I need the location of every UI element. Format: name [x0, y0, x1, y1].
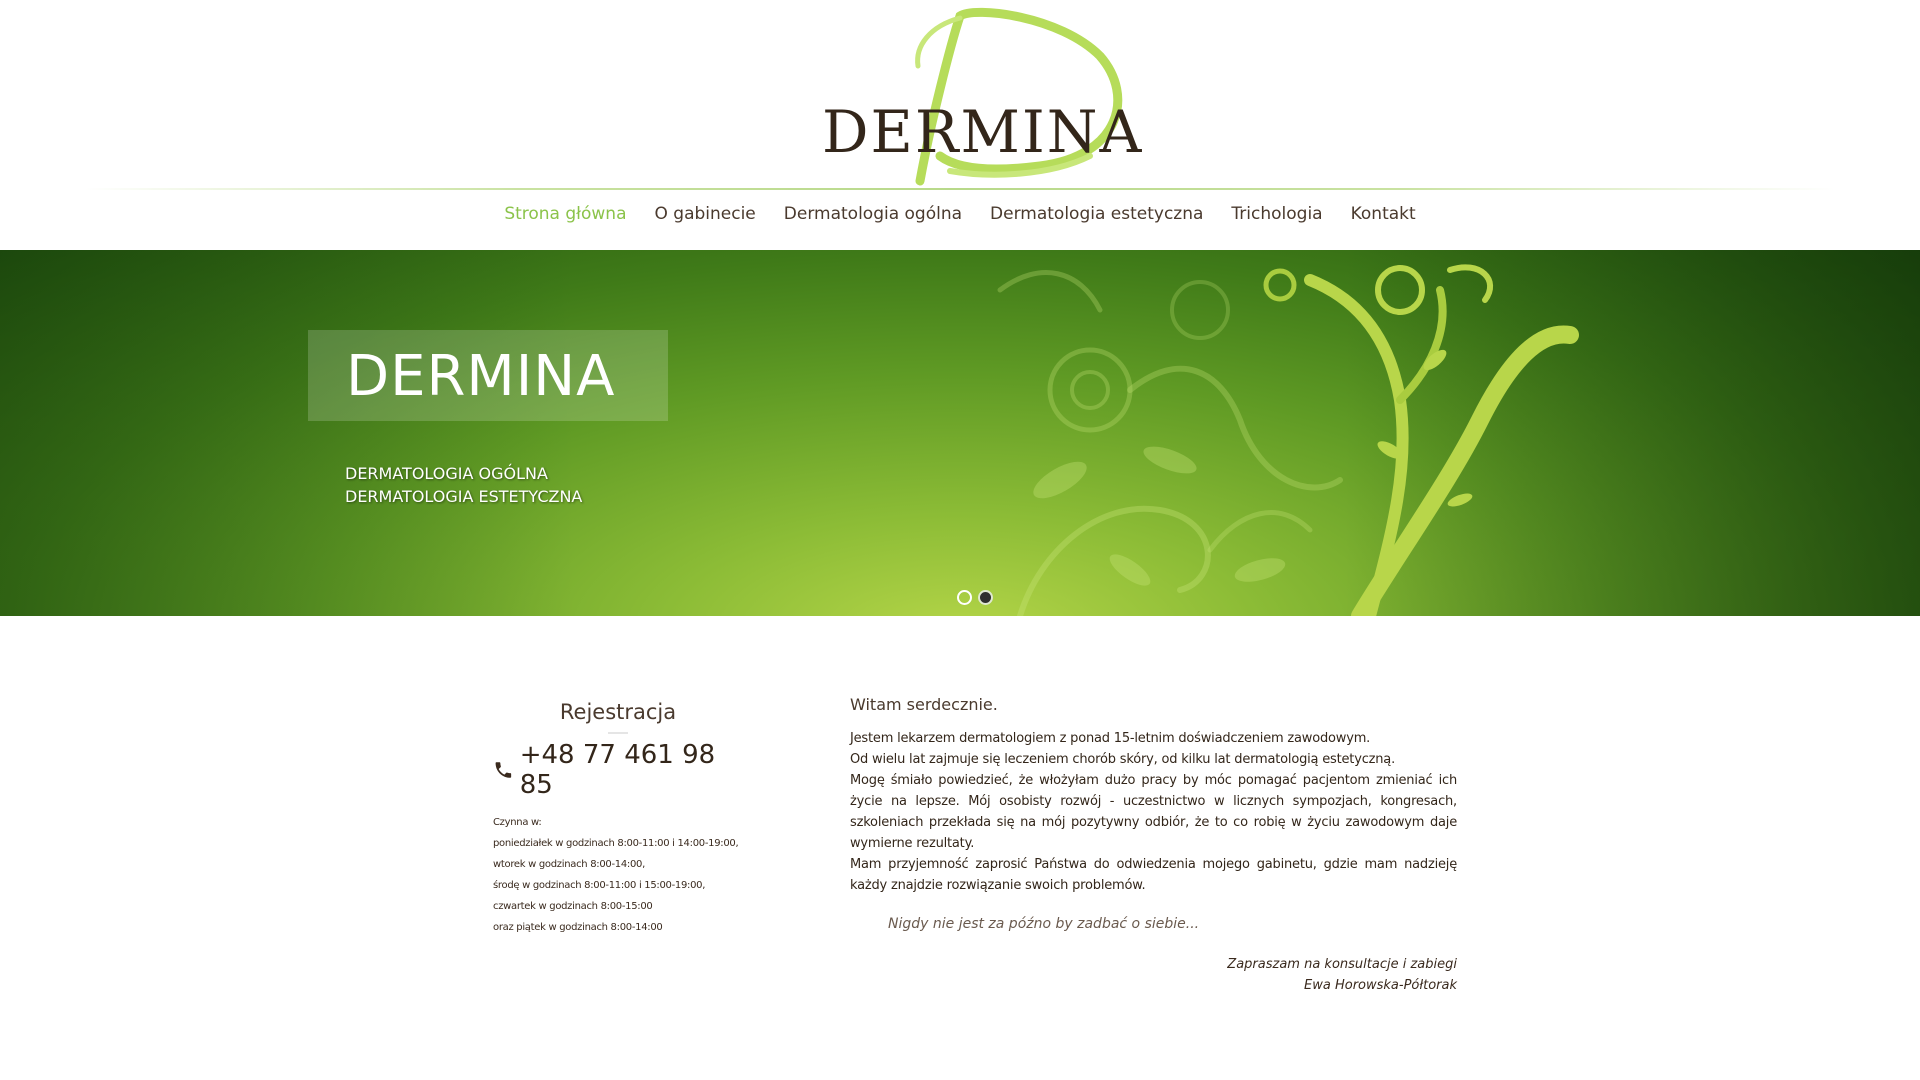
hours-line: środę w godzinach 8:00-11:00 i 15:00-19:…	[493, 880, 706, 891]
registration-title: Rejestracja	[559, 700, 677, 724]
welcome-paragraph: Od wielu lat zajmuje się leczeniem choró…	[850, 752, 1396, 767]
signoff-signature: Ewa Horowska-Półtorak	[1304, 978, 1457, 993]
registration-panel: Rejestracja +48 77 461 98 85 Czynna w: p…	[493, 700, 743, 938]
header-divider	[85, 188, 1835, 190]
nav-item-home[interactable]: Strona główna	[504, 204, 626, 224]
phone-number: +48 77 461 98 85	[519, 740, 716, 800]
nav-item-trichology[interactable]: Trichologia	[1231, 204, 1322, 224]
welcome-paragraph: Jestem lekarzem dermatologiem z ponad 15…	[850, 731, 1371, 746]
hero-subtitle-line-1: DERMATOLOGIA OGÓLNA	[345, 464, 548, 483]
site-header: DERMINA Strona główna O gabinecie Dermat…	[0, 0, 1920, 250]
slider-dot-1[interactable]	[957, 590, 972, 605]
welcome-paragraph: Mam przyjemność zaprosić Państwa do odwi…	[850, 857, 1457, 893]
nav-item-general-dermatology[interactable]: Dermatologia ogólna	[784, 204, 962, 224]
nav-item-about[interactable]: O gabinecie	[655, 204, 756, 224]
hero-title-box: DERMINA	[308, 330, 668, 421]
hero-slider: DERMINA DERMATOLOGIA OGÓLNA DERMATOLOGIA…	[0, 250, 1920, 616]
nav-item-aesthetic-dermatology[interactable]: Dermatologia estetyczna	[990, 204, 1203, 224]
registration-phone[interactable]: +48 77 461 98 85	[493, 740, 743, 800]
main-nav: Strona główna O gabinecie Dermatologia o…	[0, 204, 1920, 224]
welcome-signoff: Zapraszam na konsultacje i zabiegi Ewa H…	[850, 954, 1457, 996]
hours-line: Czynna w:	[493, 817, 542, 828]
hero-subtitle-line-2: DERMATOLOGIA ESTETYCZNA	[345, 487, 583, 506]
registration-separator	[608, 732, 628, 734]
hero-title: DERMINA	[346, 344, 616, 409]
hero-subtitle: DERMATOLOGIA OGÓLNA DERMATOLOGIA ESTETYC…	[345, 462, 582, 508]
floral-swirl-decoration	[997, 264, 1579, 616]
welcome-body: Jestem lekarzem dermatologiem z ponad 15…	[850, 728, 1457, 896]
welcome-quote: Nigdy nie jest za późno by zadbać o sieb…	[888, 916, 1200, 932]
nav-item-contact[interactable]: Kontakt	[1351, 204, 1416, 224]
hours-line: oraz piątek w godzinach 8:00-14:00	[493, 922, 663, 933]
welcome-paragraph: Mogę śmiało powiedzieć, że włożyłam dużo…	[850, 773, 1457, 851]
hours-line: wtorek w godzinach 8:00-14:00,	[493, 859, 645, 870]
opening-hours: Czynna w: poniedziałek w godzinach 8:00-…	[493, 812, 743, 938]
logo-text: DERMINA	[822, 98, 1144, 166]
hero-vignette	[0, 250, 1920, 616]
hours-line: poniedziałek w godzinach 8:00-11:00 i 14…	[493, 838, 739, 849]
signoff-invite: Zapraszam na konsultacje i zabiegi	[1227, 957, 1457, 972]
phone-icon	[495, 762, 512, 778]
welcome-section: Witam serdecznie. Jestem lekarzem dermat…	[850, 695, 1457, 996]
slider-dot-2[interactable]	[978, 590, 993, 605]
site-logo[interactable]: DERMINA	[800, 6, 1144, 186]
hours-line: czwartek w godzinach 8:00-15:00	[493, 901, 653, 912]
slider-pagination	[957, 590, 993, 605]
welcome-greeting: Witam serdecznie.	[850, 695, 998, 714]
